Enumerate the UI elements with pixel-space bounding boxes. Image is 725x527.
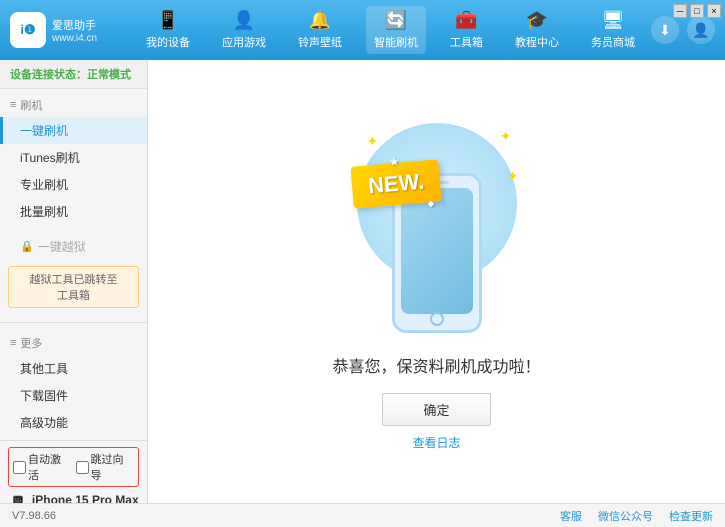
sidebar-bottom: 自动激活 跳过向导 📱 iPhone 15 Pro Max 512GB iPho… bbox=[0, 440, 147, 503]
sidebar-item-advanced[interactable]: 高级功能 bbox=[0, 409, 147, 436]
connection-status: 设备连接状态：正常模式 bbox=[0, 60, 147, 89]
smart-flash-icon: 🔄 bbox=[385, 10, 407, 31]
footer-left: V7.98.66 bbox=[12, 510, 56, 522]
nav-label-apps-games: 应用游戏 bbox=[222, 34, 266, 50]
logo: i❶ 爱思助手 www.i4.cn bbox=[10, 12, 110, 48]
pro-flash-label: 专业刷机 bbox=[20, 176, 68, 193]
star-3: ✦ bbox=[507, 168, 519, 185]
logo-name: 爱思助手 bbox=[52, 17, 97, 33]
status-value: 正常模式 bbox=[87, 69, 131, 81]
new-badge: NEW. bbox=[350, 159, 442, 209]
device-details: iPhone 15 Pro Max 512GB iPhone bbox=[32, 493, 139, 503]
download-button[interactable]: ⬇ bbox=[651, 16, 679, 44]
window-controls: － □ × bbox=[673, 4, 721, 18]
device-name: iPhone 15 Pro Max bbox=[32, 493, 139, 503]
nav-item-tutorial[interactable]: 🎓 教程中心 bbox=[507, 6, 567, 54]
nav-label-ringtones: 铃声壁纸 bbox=[298, 34, 342, 50]
one-click-flash-label: 一键刷机 bbox=[20, 122, 68, 139]
toolbox-icon: 🧰 bbox=[455, 10, 477, 31]
footer-link-wechat[interactable]: 微信公众号 bbox=[598, 508, 653, 524]
itunes-flash-label: iTunes刷机 bbox=[20, 149, 80, 166]
success-text: 恭喜您，保资料刷机成功啦！ bbox=[332, 353, 540, 377]
nav-label-my-device: 我的设备 bbox=[146, 34, 190, 50]
nav-item-my-device[interactable]: 📱 我的设备 bbox=[138, 6, 198, 54]
advanced-label: 高级功能 bbox=[20, 414, 68, 431]
phone-home-button bbox=[430, 312, 444, 326]
user-button[interactable]: 👤 bbox=[687, 16, 715, 44]
notice-line2: 工具箱 bbox=[15, 287, 132, 303]
sidebar-item-itunes-flash[interactable]: iTunes刷机 bbox=[0, 144, 147, 171]
sidebar-item-other-tools[interactable]: 其他工具 bbox=[0, 355, 147, 382]
flash-group-header: ≡刷机 bbox=[0, 93, 147, 117]
main-nav: 📱 我的设备 👤 应用游戏 🔔 铃声壁纸 🔄 智能刷机 🧰 工具箱 🎓 教程中心… bbox=[130, 6, 651, 54]
status-label: 设备连接状态： bbox=[10, 69, 87, 81]
success-image: ✦ ✦ ✦ NEW. bbox=[337, 113, 537, 333]
guided-setup-label[interactable]: 跳过向导 bbox=[76, 451, 135, 483]
sidebar-item-pro-flash[interactable]: 专业刷机 bbox=[0, 171, 147, 198]
sidebar-divider bbox=[0, 322, 147, 323]
guided-setup-checkbox[interactable] bbox=[76, 461, 89, 474]
batch-flash-label: 批量刷机 bbox=[20, 203, 68, 220]
jailbreak-label: 一键越狱 bbox=[38, 238, 86, 255]
confirm-button[interactable]: 确定 bbox=[382, 393, 490, 426]
footer: V7.98.66 客服 微信公众号 检查更新 bbox=[0, 503, 725, 527]
ringtones-icon: 🔔 bbox=[309, 10, 331, 31]
other-tools-label: 其他工具 bbox=[20, 360, 68, 377]
nav-item-smart-flash[interactable]: 🔄 智能刷机 bbox=[366, 6, 426, 54]
more-group-label: 更多 bbox=[20, 335, 42, 351]
logo-url: www.i4.cn bbox=[52, 33, 97, 44]
header: i❶ 爱思助手 www.i4.cn 📱 我的设备 👤 应用游戏 🔔 铃声壁纸 🔄… bbox=[0, 0, 725, 60]
device-phone-icon: 📱 bbox=[8, 495, 28, 503]
auto-activate-checkbox[interactable] bbox=[13, 461, 26, 474]
apps-games-icon: 👤 bbox=[233, 10, 255, 31]
more-group: ≡更多 其他工具 下载固件 高级功能 bbox=[0, 327, 147, 440]
flash-group-label: 刷机 bbox=[20, 97, 42, 113]
service-icon: 🖥 bbox=[602, 10, 625, 31]
logo-text: 爱思助手 www.i4.cn bbox=[52, 17, 97, 44]
nav-item-service[interactable]: 🖥 务员商城 bbox=[583, 6, 643, 54]
auto-options: 自动激活 跳过向导 bbox=[8, 447, 139, 487]
download-firmware-label: 下载固件 bbox=[20, 387, 68, 404]
phone-screen bbox=[401, 188, 473, 314]
sidebar: 设备连接状态：正常模式 ≡刷机 一键刷机 iTunes刷机 专业刷机 批量刷机 … bbox=[0, 60, 148, 503]
footer-link-update[interactable]: 检查更新 bbox=[669, 508, 713, 524]
sidebar-item-jailbreak: 🔒 一键越狱 bbox=[0, 233, 147, 260]
nav-item-apps-games[interactable]: 👤 应用游戏 bbox=[214, 6, 274, 54]
content-area: ✦ ✦ ✦ NEW. 恭喜您，保资料刷机成功啦！ 确定 查看日志 bbox=[148, 60, 725, 503]
log-link[interactable]: 查看日志 bbox=[412, 434, 460, 451]
device-info: 📱 iPhone 15 Pro Max 512GB iPhone bbox=[8, 493, 139, 503]
header-actions: ⬇ 👤 bbox=[651, 16, 715, 44]
footer-right: 客服 微信公众号 检查更新 bbox=[560, 508, 713, 524]
sidebar-item-one-click-flash[interactable]: 一键刷机 bbox=[0, 117, 147, 144]
minimize-button[interactable]: － bbox=[673, 4, 687, 18]
nav-label-toolbox: 工具箱 bbox=[450, 34, 483, 50]
nav-item-toolbox[interactable]: 🧰 工具箱 bbox=[442, 6, 491, 54]
jailbreak-group: 🔒 一键越狱 越狱工具已跳转至 工具箱 bbox=[0, 229, 147, 318]
nav-item-ringtones[interactable]: 🔔 铃声壁纸 bbox=[290, 6, 350, 54]
star-1: ✦ bbox=[367, 133, 379, 150]
nav-label-smart-flash: 智能刷机 bbox=[374, 34, 418, 50]
auto-activate-label[interactable]: 自动激活 bbox=[13, 451, 72, 483]
logo-icon: i❶ bbox=[10, 12, 46, 48]
nav-label-tutorial: 教程中心 bbox=[515, 34, 559, 50]
jailbreak-notice: 越狱工具已跳转至 工具箱 bbox=[8, 266, 139, 308]
main-layout: 设备连接状态：正常模式 ≡刷机 一键刷机 iTunes刷机 专业刷机 批量刷机 … bbox=[0, 60, 725, 503]
notice-line1: 越狱工具已跳转至 bbox=[15, 271, 132, 287]
nav-label-service: 务员商城 bbox=[591, 34, 635, 50]
tutorial-icon: 🎓 bbox=[526, 10, 548, 31]
sidebar-item-batch-flash[interactable]: 批量刷机 bbox=[0, 198, 147, 225]
more-group-header: ≡更多 bbox=[0, 331, 147, 355]
maximize-button[interactable]: □ bbox=[690, 4, 704, 18]
sidebar-item-download-firmware[interactable]: 下载固件 bbox=[0, 382, 147, 409]
flash-group: ≡刷机 一键刷机 iTunes刷机 专业刷机 批量刷机 bbox=[0, 89, 147, 229]
my-device-icon: 📱 bbox=[157, 10, 179, 31]
footer-version: V7.98.66 bbox=[12, 510, 56, 522]
footer-link-customer[interactable]: 客服 bbox=[560, 508, 582, 524]
close-button[interactable]: × bbox=[707, 4, 721, 18]
star-2: ✦ bbox=[500, 128, 512, 145]
